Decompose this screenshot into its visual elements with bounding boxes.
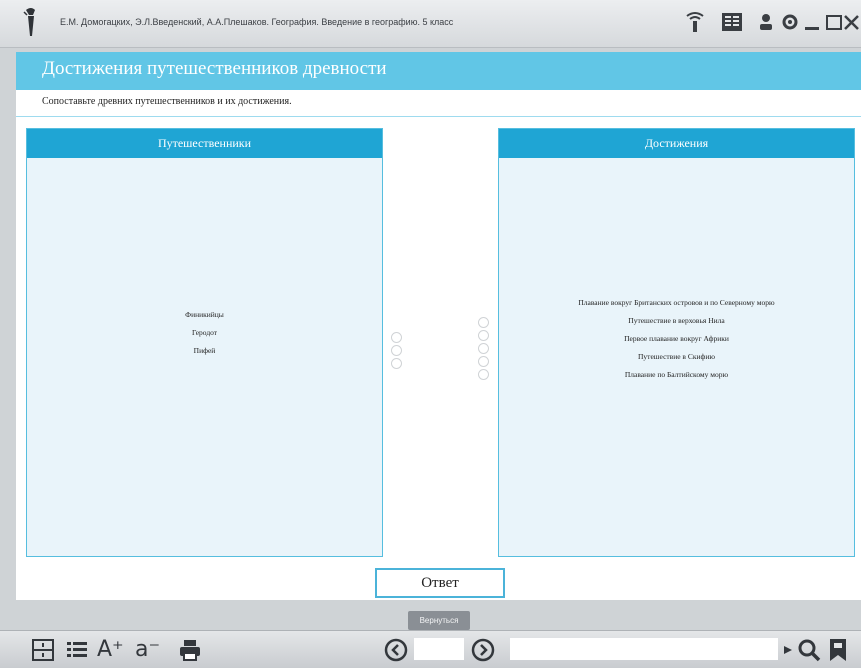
achievement-item[interactable]: Плавание по Балтийскому морю — [499, 366, 854, 384]
connector-dot[interactable] — [391, 332, 402, 343]
exercise-header: Достижения путешественников древности — [16, 52, 861, 90]
answer-button[interactable]: Ответ — [375, 568, 505, 598]
left-connectors — [391, 332, 403, 369]
minimize-icon[interactable] — [800, 10, 824, 34]
book-icon[interactable] — [720, 10, 744, 34]
bookmark-icon[interactable] — [826, 637, 850, 663]
page-number-input[interactable] — [414, 638, 464, 660]
play-icon[interactable] — [782, 637, 794, 663]
torch-icon — [16, 6, 46, 40]
font-decrease-icon[interactable]: a⁻ — [135, 637, 160, 663]
title-bar: Е.М. Домогацких, Э.Л.Введенский, А.А.Пле… — [0, 0, 861, 48]
achievement-item[interactable]: Путешествие в верховья Нила — [499, 312, 854, 330]
prev-page-icon[interactable] — [383, 637, 409, 663]
close-icon[interactable] — [842, 10, 861, 34]
font-increase-icon[interactable]: A⁺ — [97, 637, 124, 663]
achievements-panel: Достижения Плавание вокруг Британских ос… — [498, 128, 855, 557]
bottom-toolbar: A⁺ a⁻ — [0, 630, 861, 668]
connector-dot[interactable] — [478, 356, 489, 367]
hand-antenna-icon[interactable] — [683, 10, 707, 34]
connector-dot[interactable] — [478, 369, 489, 380]
user-icon[interactable] — [754, 10, 778, 34]
gear-icon[interactable] — [778, 10, 802, 34]
connector-dot[interactable] — [391, 358, 402, 369]
search-icon[interactable] — [796, 637, 822, 663]
next-page-icon[interactable] — [470, 637, 496, 663]
list-icon[interactable] — [64, 637, 90, 663]
return-button[interactable]: Вернуться — [408, 611, 470, 630]
achievements-heading: Достижения — [499, 129, 854, 158]
traveler-item[interactable]: Пифей — [27, 342, 382, 360]
connector-dot[interactable] — [478, 330, 489, 341]
achievements-list: Плавание вокруг Британских островов и по… — [499, 294, 854, 384]
achievement-item[interactable]: Плавание вокруг Британских островов и по… — [499, 294, 854, 312]
divider — [16, 116, 861, 117]
achievement-item[interactable]: Путешествие в Скифию — [499, 348, 854, 366]
connector-dot[interactable] — [391, 345, 402, 356]
exercise-area: Достижения путешественников древности Со… — [16, 52, 861, 600]
travelers-panel: Путешественники Финикийцы Геродот Пифей — [26, 128, 383, 557]
traveler-item[interactable]: Финикийцы — [27, 306, 382, 324]
print-icon[interactable] — [177, 637, 203, 663]
window-title: Е.М. Домогацких, Э.Л.Введенский, А.А.Пле… — [60, 17, 454, 27]
exercise-instruction: Сопоставьте древних путешественников и и… — [42, 96, 292, 107]
search-input[interactable] — [510, 638, 778, 660]
exercise-title: Достижения путешественников древности — [42, 58, 387, 79]
travelers-heading: Путешественники — [27, 129, 382, 158]
travelers-list: Финикийцы Геродот Пифей — [27, 306, 382, 360]
connector-dot[interactable] — [478, 317, 489, 328]
right-connectors — [478, 317, 490, 380]
traveler-item[interactable]: Геродот — [27, 324, 382, 342]
achievement-item[interactable]: Первое плавание вокруг Африки — [499, 330, 854, 348]
connector-dot[interactable] — [478, 343, 489, 354]
fit-page-icon[interactable] — [30, 637, 56, 663]
